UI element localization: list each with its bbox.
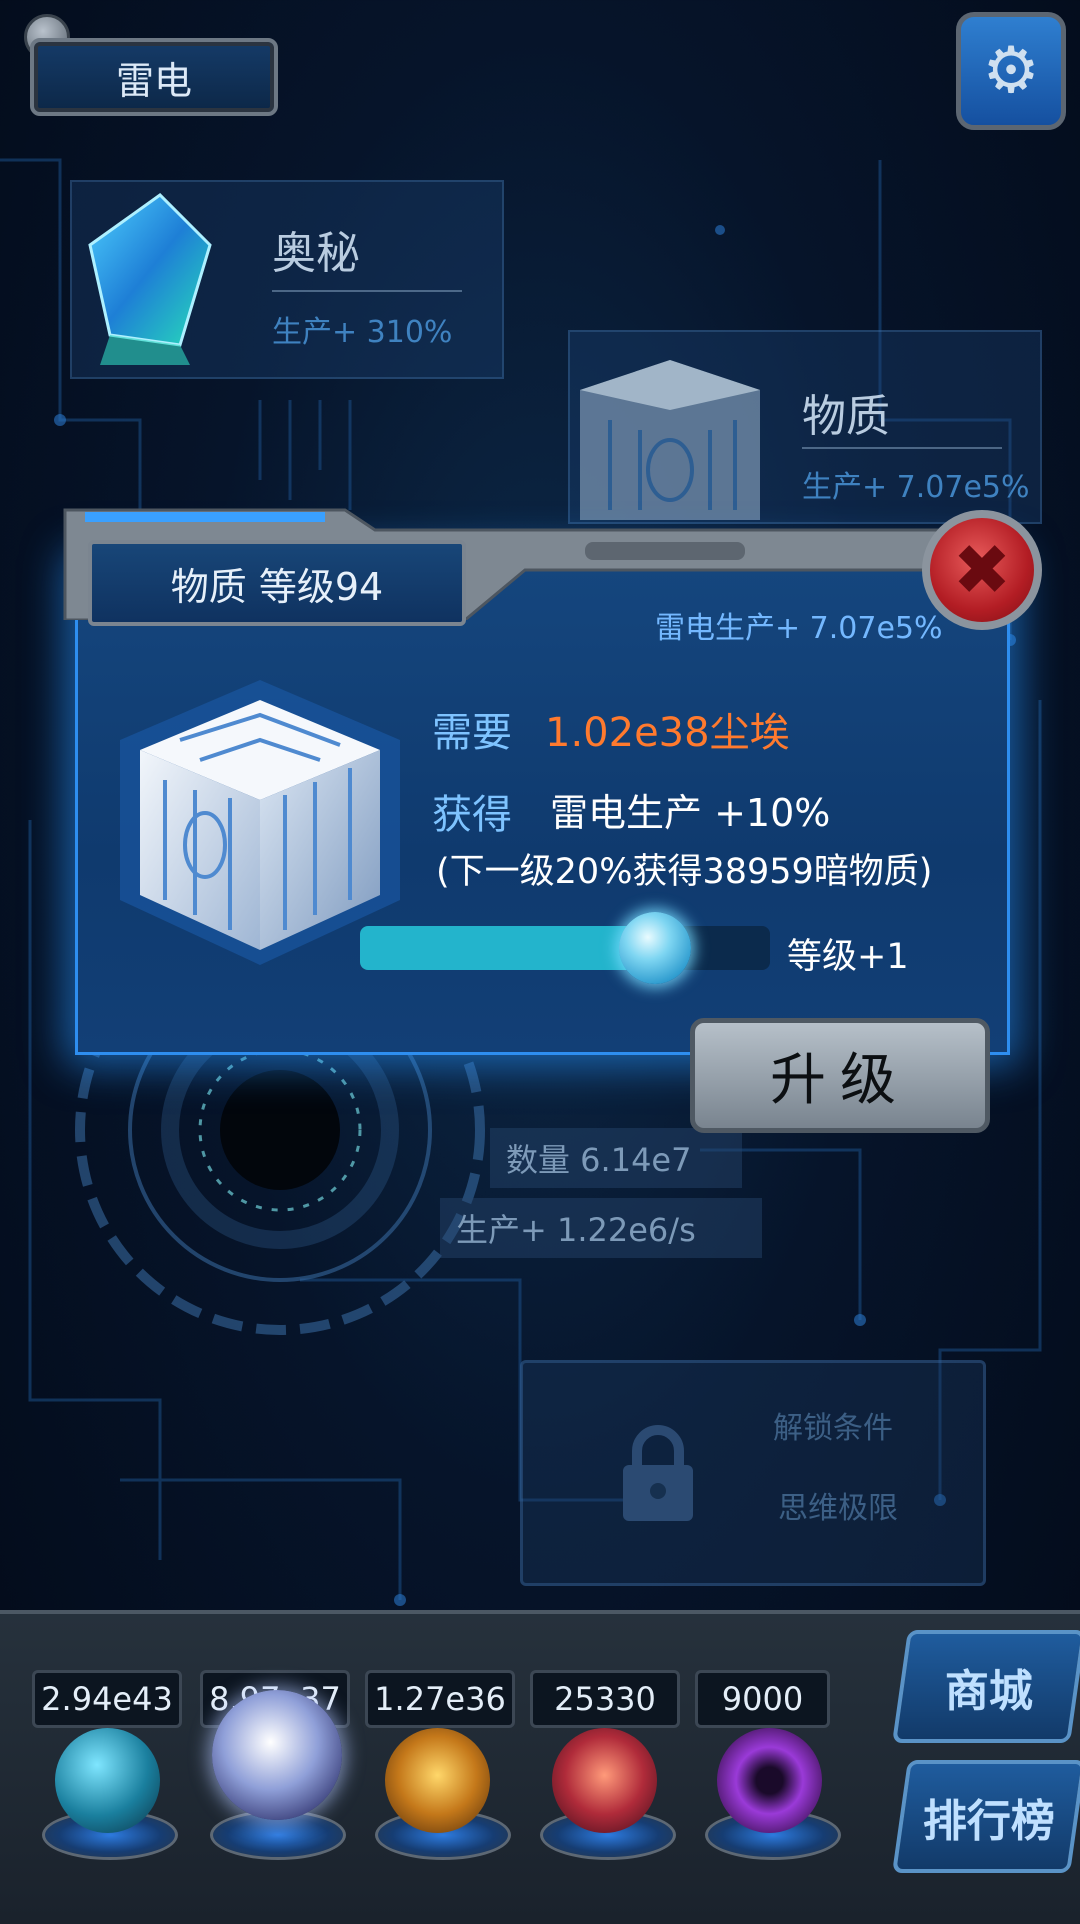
crystal-icon xyxy=(88,193,212,365)
orb-thunder-icon[interactable] xyxy=(212,1690,342,1820)
resource-count: 9000 xyxy=(695,1670,830,1728)
thunder-quantity: 数量 6.14e7 xyxy=(490,1128,742,1188)
unlock-condition-label: 解锁条件 xyxy=(773,1411,893,1446)
shop-button[interactable]: 商城 xyxy=(892,1630,1080,1743)
ranking-button[interactable]: 排行榜 xyxy=(892,1760,1080,1873)
level-increment-label: 等级+1 xyxy=(787,937,909,977)
modal-title: 物质 等级94 xyxy=(88,540,466,626)
resource-count: 2.94e43 xyxy=(32,1670,182,1728)
need-label: 需要 xyxy=(432,710,512,756)
orb-fire-icon[interactable] xyxy=(385,1728,490,1833)
shop-button-label: 商城 xyxy=(945,1665,1033,1717)
orb-atom-icon[interactable] xyxy=(55,1728,160,1833)
upgrade-button[interactable]: 升级 xyxy=(690,1018,990,1133)
orb-brain-icon[interactable] xyxy=(552,1728,657,1833)
top-bar: 雷电 ⚙ xyxy=(0,0,1080,140)
thunder-production: 生产+ 1.22e6/s xyxy=(440,1198,762,1258)
cube-icon xyxy=(120,680,400,965)
card-divider xyxy=(802,447,1002,449)
orb-portal-icon[interactable] xyxy=(717,1728,822,1833)
gain-value: 雷电生产 +10% xyxy=(550,791,831,835)
settings-button[interactable]: ⚙ xyxy=(956,12,1066,130)
card-divider xyxy=(272,290,462,292)
cube-icon xyxy=(580,360,760,520)
lock-icon xyxy=(623,1425,693,1521)
gear-icon: ⚙ xyxy=(982,34,1040,108)
locked-panel[interactable]: 解锁条件 思维极限 xyxy=(520,1360,986,1586)
card-matter-name: 物质 xyxy=(802,391,890,442)
card-mystery-production: 生产+ 310% xyxy=(272,315,453,350)
resource-count: 1.27e36 xyxy=(365,1670,515,1728)
page-title: 雷电 xyxy=(30,38,278,116)
next-level-bonus: (下一级20%获得38959暗物质) xyxy=(436,852,933,892)
ranking-button-label: 排行榜 xyxy=(923,1795,1055,1847)
unlock-condition-value: 思维极限 xyxy=(778,1491,898,1526)
gain-label: 获得 xyxy=(432,792,512,838)
slider-fill xyxy=(360,926,656,970)
resource-count: 25330 xyxy=(530,1670,680,1728)
card-mystery-name: 奥秘 xyxy=(272,228,360,279)
need-value: 1.02e38尘埃 xyxy=(545,710,790,756)
modal-production-line: 雷电生产+ 7.07e5% xyxy=(655,611,943,646)
level-slider[interactable] xyxy=(360,912,770,984)
close-icon: ✖ xyxy=(952,529,1012,611)
slider-knob[interactable] xyxy=(619,912,692,984)
